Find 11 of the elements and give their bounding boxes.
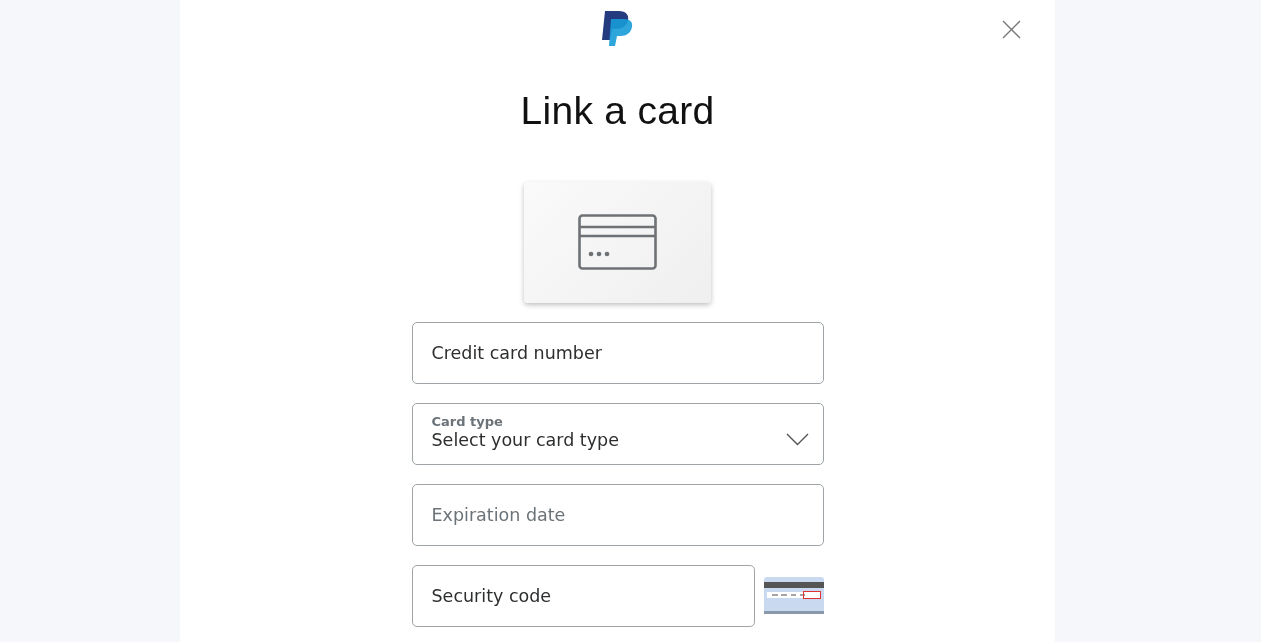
credit-card-icon — [578, 214, 657, 271]
chevron-down-icon — [785, 432, 809, 446]
logo-icon — [601, 11, 634, 46]
field-label: Card type — [431, 413, 504, 430]
input-field[interactable]: Credit card number — [411, 321, 824, 384]
page-title: Link a card — [520, 88, 715, 134]
card-type-select[interactable]: Card type Select your card type — [411, 402, 824, 465]
input-field[interactable]: Expiration date — [411, 483, 824, 546]
select-value: Select your card type — [431, 429, 619, 453]
input-field[interactable]: Security code — [411, 564, 755, 627]
close-button[interactable] — [1002, 20, 1021, 39]
